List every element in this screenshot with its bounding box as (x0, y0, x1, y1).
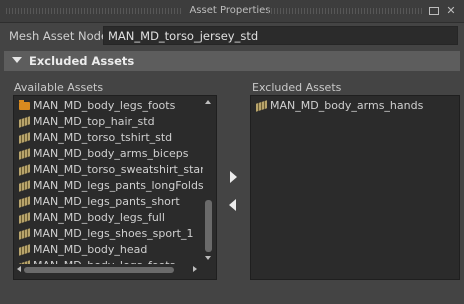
list-item[interactable]: MAN_MD_torso_tshirt_std (14, 130, 203, 146)
list-item[interactable]: MAN_MD_torso_sweatshirt_stanc (14, 162, 213, 178)
list-item[interactable]: MAN_MD_body_head (14, 242, 203, 258)
mesh-asset-node-label: Mesh Asset Node (9, 29, 109, 43)
mesh-asset-node-row: Mesh Asset Node MAN_MD_torso_jersey_std (0, 23, 464, 49)
list-item-label: MAN_MD_body_legs_full (33, 211, 165, 224)
excluded-assets-list[interactable]: MAN_MD_body_arms_hands (250, 95, 460, 280)
list-item-label: MAN_MD_legs_pants_longFolds (33, 179, 204, 192)
mesh-icon (19, 148, 30, 160)
list-item[interactable]: MAN_MD_legs_shoes_sport_1 (14, 226, 203, 242)
window-title: Asset Properties (189, 5, 271, 16)
remove-from-excluded-button[interactable] (227, 198, 239, 212)
mesh-icon (19, 164, 30, 176)
window-titlebar[interactable]: Asset Properties ✕ (0, 0, 464, 23)
mesh-icon (19, 196, 30, 208)
mesh-icon (19, 212, 30, 224)
list-item[interactable]: MAN_MD_body_arms_biceps (14, 146, 203, 162)
mesh-icon (19, 244, 30, 256)
bottom-margin (0, 290, 464, 304)
list-item[interactable]: MAN_MD_legs_pants_longFolds (14, 178, 204, 194)
scroll-thumb[interactable] (205, 200, 212, 252)
scroll-right-icon[interactable] (193, 266, 197, 272)
scroll-thumb[interactable] (24, 267, 174, 273)
drag-handle-left[interactable] (6, 8, 182, 14)
list-item-label: MAN_MD_body_arms_biceps (33, 147, 189, 160)
add-to-excluded-button[interactable] (227, 170, 239, 184)
list-item-label: MAN_MD_legs_shoes_sport_1 (33, 227, 194, 240)
list-item[interactable]: MAN_MD_body_legs_foots (14, 98, 203, 114)
horizontal-scrollbar[interactable] (14, 264, 214, 276)
available-assets-label: Available Assets (14, 81, 104, 94)
float-window-icon[interactable] (427, 4, 441, 18)
available-assets-list[interactable]: MAN_MD_body_legs_foots MAN_MD_top_hair_st… (13, 95, 217, 280)
list-item[interactable]: MAN_MD_body_arms_hands (251, 98, 459, 114)
mesh-asset-node-field[interactable]: MAN_MD_torso_jersey_std (103, 26, 458, 45)
mesh-icon (19, 228, 30, 240)
list-item[interactable]: MAN_MD_body_legs_full (14, 210, 203, 226)
excluded-assets-label: Excluded Assets (252, 81, 342, 94)
mesh-icon (19, 116, 30, 128)
vertical-scrollbar[interactable] (203, 96, 214, 264)
drag-handle-right[interactable] (268, 8, 422, 14)
mesh-icon (19, 180, 30, 192)
list-item[interactable]: MAN_MD_top_hair_std (14, 114, 203, 130)
scroll-left-icon[interactable] (17, 266, 21, 272)
mesh-icon (19, 132, 30, 144)
close-icon[interactable]: ✕ (444, 4, 458, 18)
list-item-label: MAN_MD_torso_tshirt_std (33, 131, 173, 144)
mesh-icon (256, 100, 267, 112)
scroll-up-icon[interactable] (205, 100, 211, 104)
list-item-label: MAN_MD_torso_sweatshirt_stanc (33, 163, 214, 176)
list-item-label: MAN_MD_body_arms_hands (270, 99, 424, 112)
list-item[interactable]: MAN_MD_legs_pants_short (14, 194, 203, 210)
available-assets-items: MAN_MD_body_legs_foots MAN_MD_top_hair_st… (14, 98, 213, 274)
list-item-label: MAN_MD_legs_pants_short (33, 195, 180, 208)
list-item-label: MAN_MD_top_hair_std (33, 115, 155, 128)
chevron-down-icon (12, 57, 22, 63)
folder-icon (19, 100, 30, 110)
excluded-assets-items: MAN_MD_body_arms_hands (251, 98, 459, 114)
excluded-assets-section-header[interactable]: Excluded Assets (4, 51, 460, 71)
list-item-label: MAN_MD_body_head (33, 243, 148, 256)
list-item-label: MAN_MD_body_legs_foots (33, 99, 176, 112)
scroll-down-icon[interactable] (205, 256, 211, 260)
section-title: Excluded Assets (29, 54, 135, 68)
